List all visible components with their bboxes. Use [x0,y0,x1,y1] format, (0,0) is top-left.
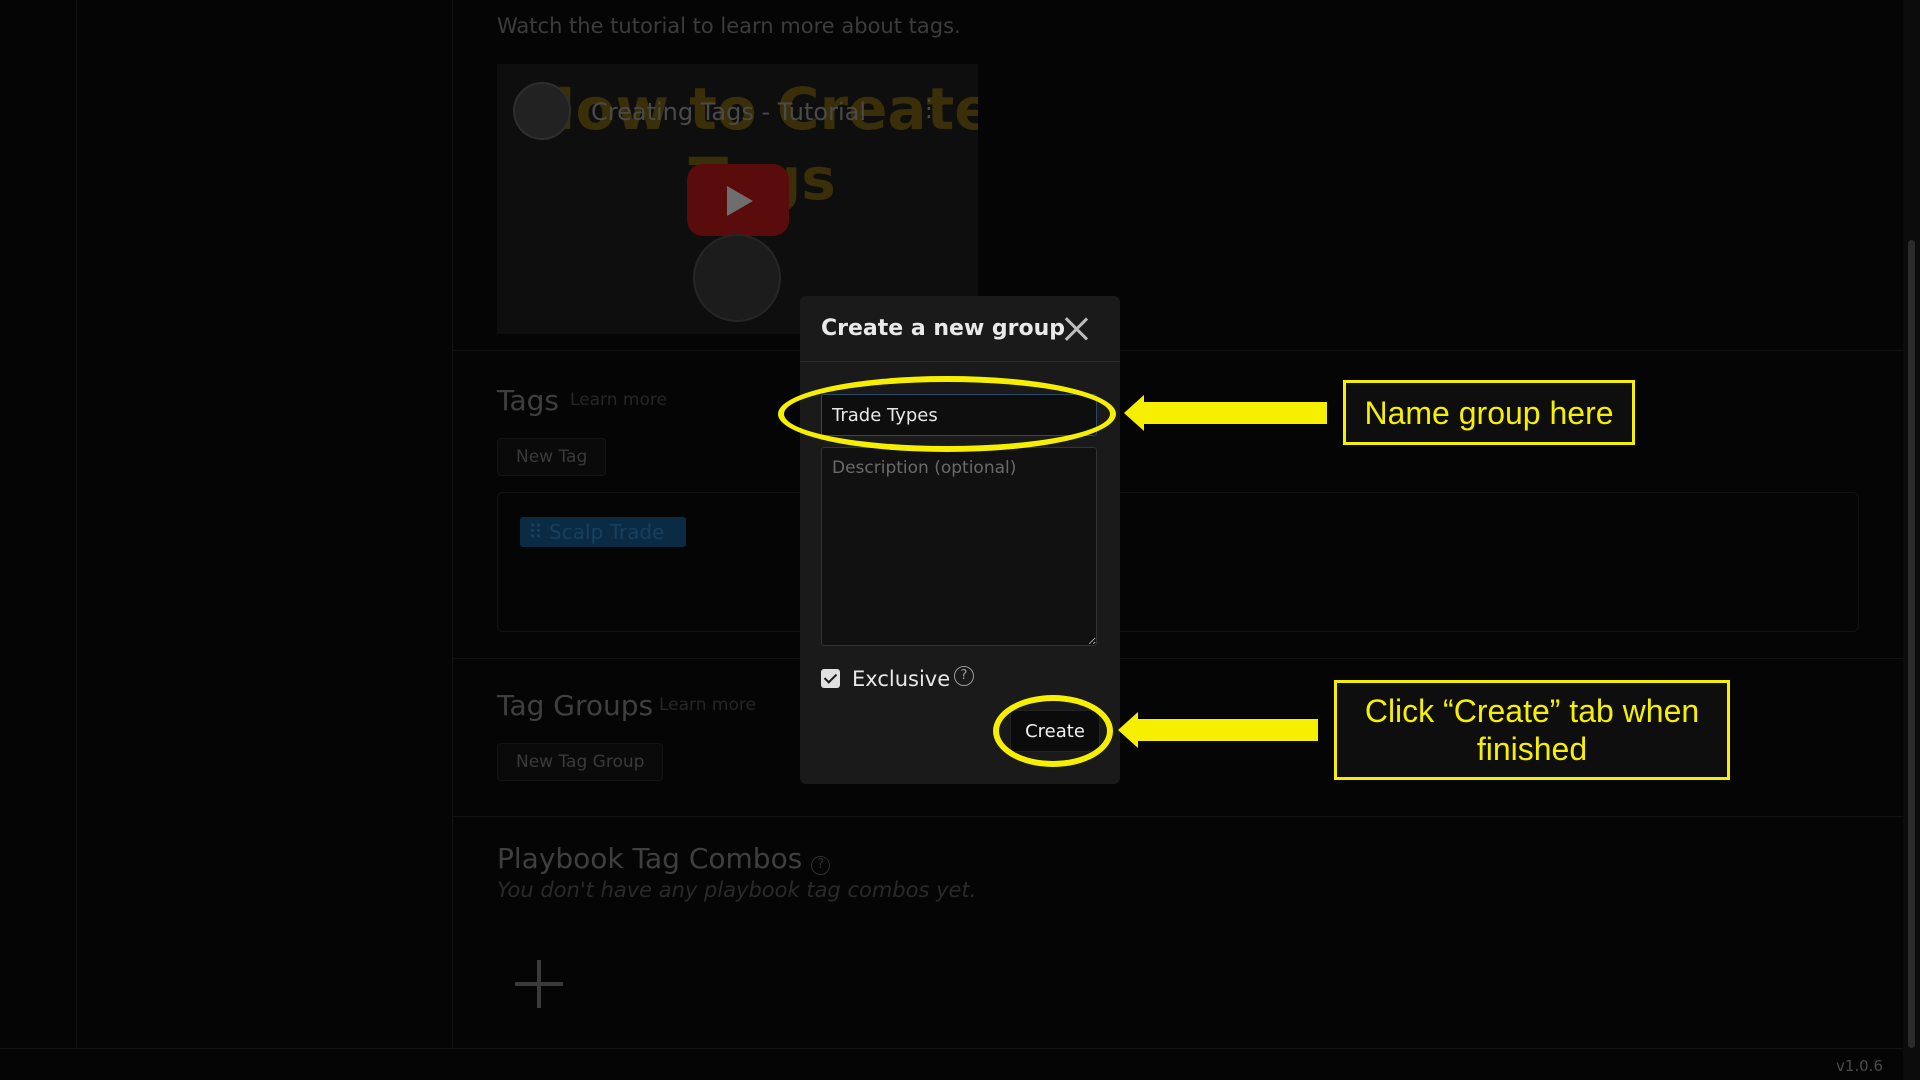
arrow-left-icon [1124,395,1144,431]
app-sidebar [0,0,77,1048]
exclusive-label: Exclusive [852,667,951,691]
divider [453,350,1903,351]
dialog-header: Create a new group [800,296,1120,362]
arrow-left-icon [1118,712,1138,748]
version-label: v1.0.6 [1835,1057,1883,1075]
tags-list: ⠿ Scalp Trade [497,492,1859,632]
create-button-highlight [993,695,1113,767]
dialog-title: Create a new group [821,316,1066,341]
tag-groups-learn-more-link[interactable]: Learn more [659,695,756,715]
combos-empty-text: You don't have any playbook tag combos y… [497,878,977,902]
help-icon[interactable]: ? [811,856,831,875]
annotation-arrow [1142,402,1327,424]
help-icon[interactable]: ? [954,666,974,686]
new-tag-button[interactable]: New Tag [497,438,607,476]
playbook-combos-heading: Playbook Tag Combos ? [497,842,831,875]
left-panel [77,0,453,1048]
tags-heading: Tags [497,384,559,417]
scrollbar[interactable] [1903,0,1920,1080]
description-textarea[interactable] [821,447,1097,646]
intro-text: Watch the tutorial to learn more about t… [497,14,961,38]
close-icon[interactable] [1061,314,1091,344]
tag-chip[interactable]: ⠿ Scalp Trade [520,517,686,547]
main-content: Watch the tutorial to learn more about t… [453,0,1903,1048]
tag-groups-heading: Tag Groups [497,689,654,722]
play-icon [727,186,753,216]
playbook-combos-title: Playbook Tag Combos [497,842,803,875]
video-emblem [693,234,781,322]
video-title[interactable]: Creating Tags - Tutorial [591,98,866,126]
tutorial-video[interactable]: How to Create Tags Creating Tags - Tutor… [497,64,978,334]
tags-learn-more-link[interactable]: Learn more [570,390,667,410]
name-input-highlight [778,376,1116,452]
divider [453,658,1903,659]
name-group-callout: Name group here [1343,380,1635,445]
exclusive-checkbox[interactable] [821,669,840,688]
create-callout: Click “Create” tab when finished [1334,680,1730,780]
divider [453,816,1903,817]
annotation-arrow [1136,719,1318,741]
more-vertical-icon[interactable]: ⋮ [917,94,941,122]
footer: v1.0.6 [0,1048,1903,1080]
play-button[interactable] [687,164,789,236]
add-combo-button[interactable] [511,956,567,1012]
scrollbar-thumb[interactable] [1908,240,1915,1048]
new-tag-group-button[interactable]: New Tag Group [497,743,664,781]
channel-logo [513,82,571,140]
